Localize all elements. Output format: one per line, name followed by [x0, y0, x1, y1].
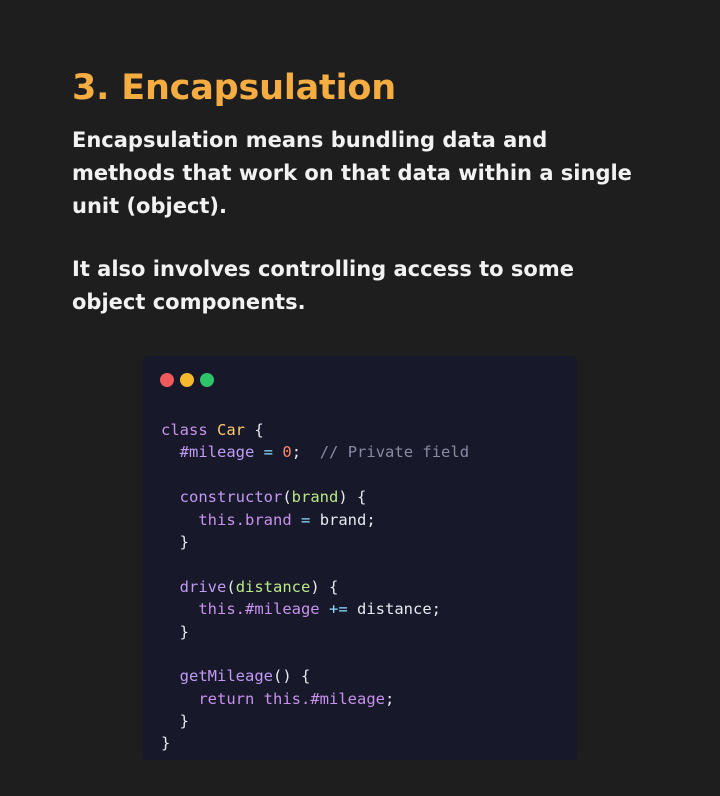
code-token: {: [301, 667, 311, 686]
code-line: constructor(brand) {: [161, 486, 469, 508]
code-token: (: [282, 488, 292, 507]
code-line: }: [161, 710, 469, 732]
code-token: this: [198, 510, 236, 529]
access-control-paragraph: It also involves controlling access to s…: [72, 253, 672, 319]
maximize-dot-icon: [200, 373, 214, 387]
window-controls: [160, 373, 214, 387]
code-block: class Car { #mileage = 0; // Private fie…: [161, 419, 469, 755]
code-token: brand;: [319, 510, 376, 529]
code-token: =: [263, 443, 274, 462]
description-line: object components.: [72, 290, 306, 314]
code-token: Car: [217, 421, 246, 439]
close-dot-icon: [160, 373, 174, 387]
minimize-dot-icon: [180, 373, 194, 387]
code-token: }: [179, 712, 190, 731]
code-line: drive(distance) {: [161, 576, 469, 598]
description-line: methods that work on that data within a …: [72, 161, 632, 185]
code-token: distance: [235, 577, 311, 596]
code-token: }: [179, 622, 190, 641]
description-line: It also involves controlling access to s…: [72, 257, 574, 281]
code-token: distance;: [357, 600, 442, 619]
code-line: return this.#mileage;: [161, 688, 469, 710]
code-token: ): [338, 488, 348, 507]
code-line: }: [161, 732, 469, 754]
code-comment: // Private field: [319, 443, 470, 462]
code-token: ): [310, 577, 320, 596]
code-token: #mileage: [179, 443, 255, 462]
code-window: class Car { #mileage = 0; // Private fie…: [143, 356, 577, 760]
code-token: {: [254, 421, 264, 439]
code-token: ;: [385, 689, 395, 708]
code-token: getMileage: [179, 667, 273, 686]
code-line: }: [161, 621, 469, 643]
code-token: .#mileage: [235, 600, 320, 619]
code-token: constructor: [179, 488, 283, 507]
description-line: unit (object).: [72, 194, 228, 218]
description-paragraph: Encapsulation means bundling data and me…: [72, 124, 672, 223]
code-token: {: [357, 488, 367, 507]
code-line: this.brand = brand;: [161, 509, 469, 531]
code-token: (: [226, 577, 236, 596]
code-token: +=: [329, 600, 348, 619]
code-token: .brand: [235, 510, 292, 529]
code-token: class: [161, 421, 208, 439]
code-token: =: [301, 510, 311, 529]
code-token: brand: [291, 488, 339, 507]
code-line: class Car {: [161, 419, 469, 441]
code-line: #mileage = 0; // Private field: [161, 441, 469, 463]
code-token: return: [198, 689, 255, 708]
code-token: 0: [282, 443, 292, 462]
description-line: Encapsulation means bundling data and: [72, 128, 548, 152]
page-title: 3. Encapsulation: [72, 68, 396, 108]
code-token: }: [179, 532, 190, 551]
code-token: }: [161, 734, 171, 753]
code-token: drive: [179, 577, 227, 596]
code-line: getMileage() {: [161, 665, 469, 687]
code-token: this: [263, 689, 301, 708]
code-token: (): [273, 667, 292, 686]
code-line: this.#mileage += distance;: [161, 598, 469, 620]
code-line: }: [161, 531, 469, 553]
code-token: ;: [291, 443, 302, 462]
code-token: .#mileage: [301, 689, 385, 708]
code-token: this: [198, 600, 236, 619]
code-token: {: [329, 577, 339, 596]
